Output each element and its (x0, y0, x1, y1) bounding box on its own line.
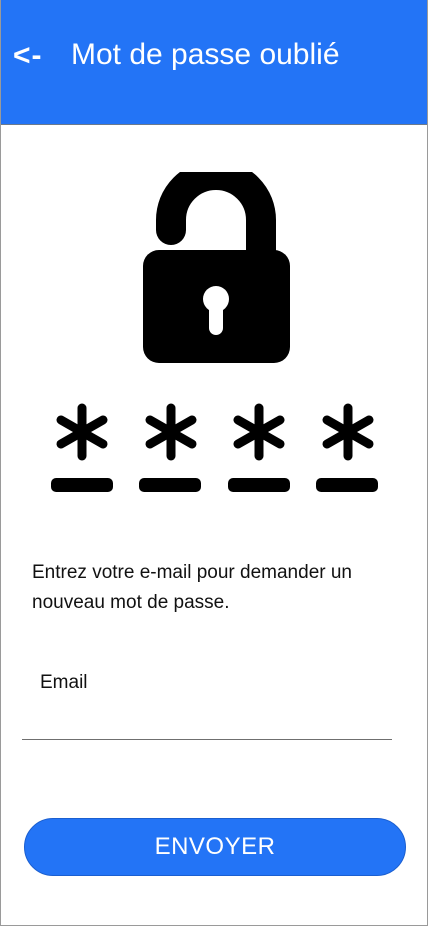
submit-button[interactable]: ENVOYER (24, 818, 406, 876)
asterisk-icon (233, 403, 285, 461)
forgot-password-screen: <- Mot de passe oublié Entrez votre e-ma… (0, 0, 428, 926)
back-button[interactable]: <- (13, 38, 43, 74)
masked-password-icon (51, 403, 378, 492)
email-label: Email (40, 672, 88, 693)
password-illustration (51, 172, 378, 492)
asterisk-icon (56, 403, 108, 461)
email-field[interactable] (22, 700, 392, 740)
asterisk-icon (145, 403, 197, 461)
instruction-text: Entrez votre e-mail pour demander un nou… (32, 562, 352, 613)
page-title: Mot de passe oublié (71, 38, 340, 71)
unlocked-padlock-icon (143, 172, 290, 363)
app-header: <- Mot de passe oublié (1, 0, 427, 125)
asterisk-icon (322, 403, 374, 461)
